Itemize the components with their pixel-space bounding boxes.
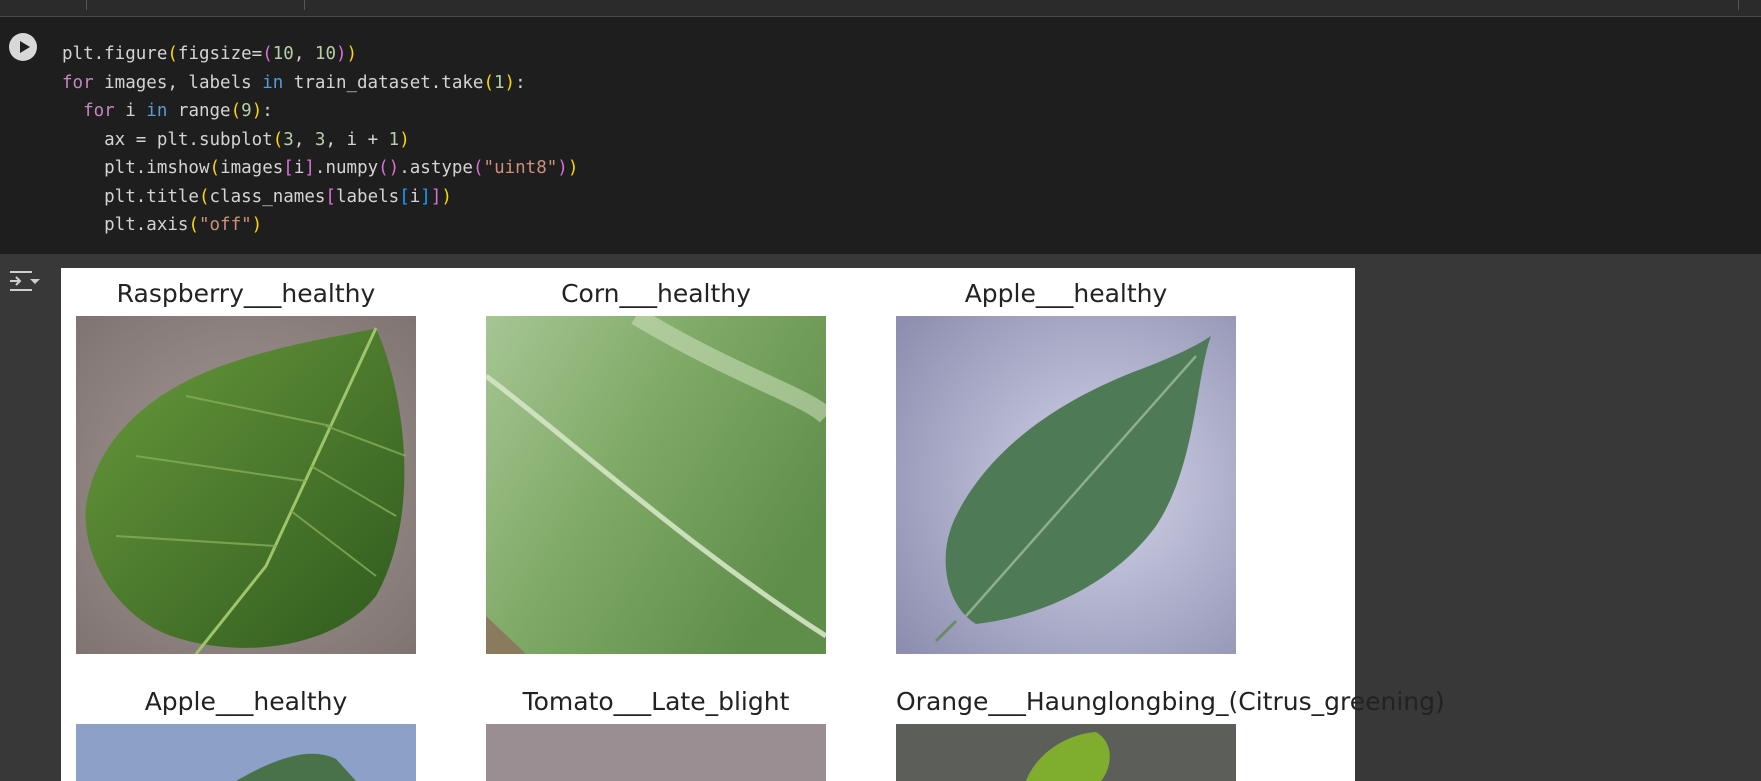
code-line-3: for i in range(9): [83, 101, 273, 121]
leaf-image-apple [896, 316, 1236, 654]
code-line-1: plt.figure(figsize=(10, 10)) [62, 44, 358, 64]
toolbar-divider [86, 0, 87, 10]
leaf-image-apple-2 [76, 724, 416, 781]
code-line-7: plt.axis("off") [62, 215, 263, 235]
matplotlib-figure: Raspberry___healthy Corn___healthy Apple… [61, 268, 1445, 781]
subplot-title: Apple___healthy [144, 687, 348, 716]
subplot-title: Orange___Haunglongbing_(Citrus_greening) [896, 687, 1445, 716]
leaf-image-corn [486, 316, 826, 654]
output-collapse-icon[interactable] [8, 268, 40, 294]
toolbar-divider [1738, 0, 1739, 10]
toolbar-divider [304, 0, 305, 10]
subplot-title: Corn___healthy [561, 279, 751, 308]
code-line-4: ax = plt.subplot(3, 3, i + 1) [62, 129, 410, 150]
subplot-title: Apple___healthy [964, 279, 1168, 308]
notebook-toolbar [0, 0, 1761, 17]
subplot-title: Tomato___Late_blight [522, 687, 790, 716]
code-editor[interactable]: plt.figure(figsize=(10, 10)) for images,… [62, 40, 578, 240]
leaf-image-orange [896, 724, 1236, 781]
subplot-title: Raspberry___healthy [116, 279, 376, 308]
code-line-2: for images, labels in train_dataset.take… [62, 72, 526, 93]
leaf-image-raspberry [76, 316, 416, 654]
code-line-5: plt.imshow(images[i].numpy().astype("uin… [62, 158, 579, 178]
leaf-image-tomato [486, 724, 826, 781]
play-circle-icon[interactable] [9, 33, 37, 61]
code-line-6: plt.title(class_names[labels[i]]) [62, 186, 452, 207]
